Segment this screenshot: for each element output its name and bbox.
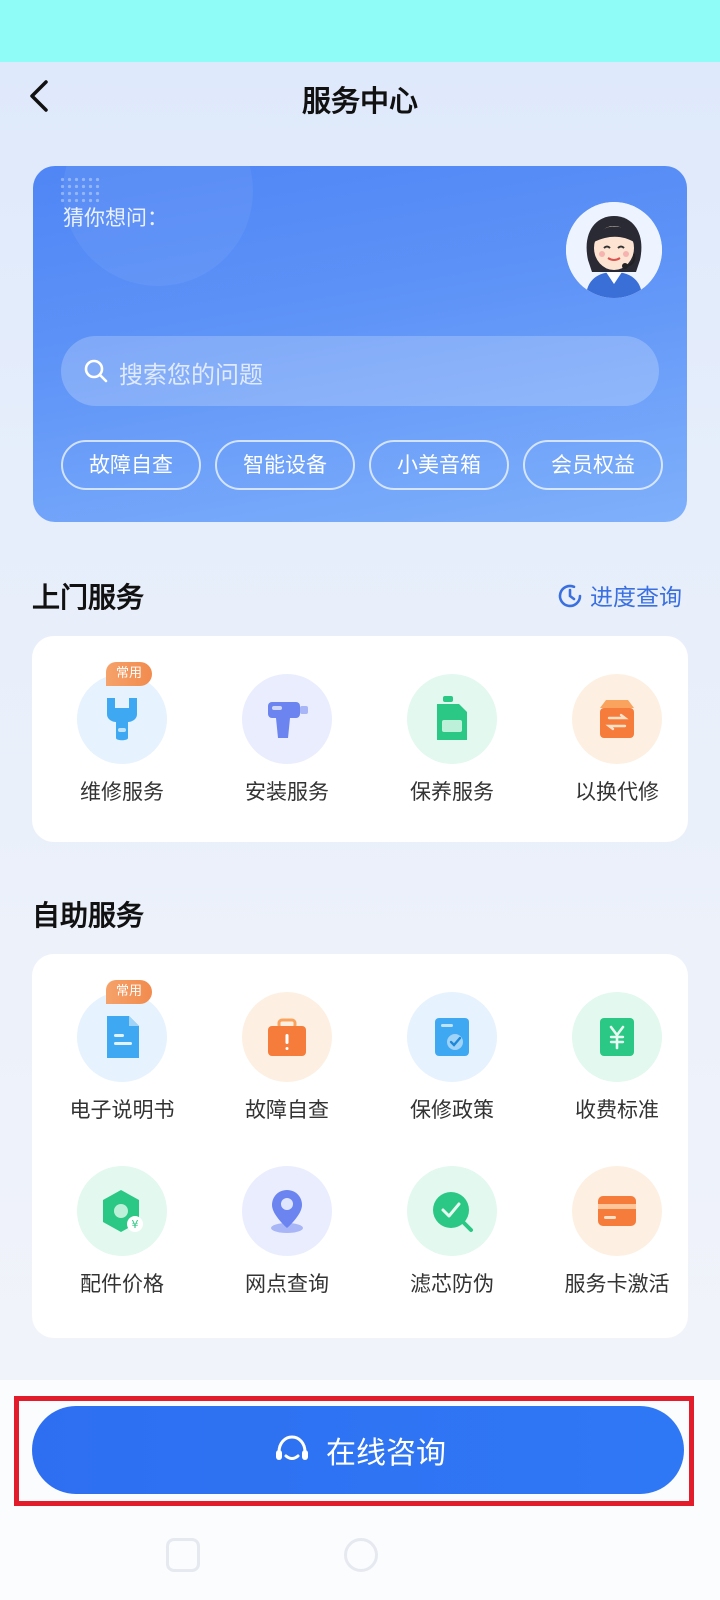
onsite-service-card: 常用 维修服务 安装服务 保养服务 以换代修 xyxy=(32,636,688,842)
common-badge: 常用 xyxy=(106,980,152,1004)
chip-smart-devices[interactable]: 智能设备 xyxy=(215,440,355,490)
service-label: 以换代修 xyxy=(575,780,659,804)
self-service-parts-price[interactable]: ¥ 配件价格 xyxy=(52,1166,192,1316)
swap-circle xyxy=(572,674,662,764)
self-service-filter-verify[interactable]: 滤芯防伪 xyxy=(382,1166,522,1316)
fee-circle xyxy=(572,992,662,1082)
location-icon xyxy=(271,1190,303,1233)
suggestion-chips: 故障自查 智能设备 小美音箱 会员权益 xyxy=(61,440,687,492)
service-label: 维修服务 xyxy=(80,780,164,804)
repair-circle xyxy=(77,674,167,764)
tab-ghost-icon xyxy=(344,1538,378,1572)
svg-text:¥: ¥ xyxy=(132,1218,139,1231)
onsite-section-title: 上门服务 xyxy=(32,581,145,614)
common-badge: 常用 xyxy=(106,662,152,686)
service-install[interactable]: 安装服务 xyxy=(217,674,357,824)
hex-price-icon: ¥ xyxy=(103,1190,143,1232)
filter-verify-circle xyxy=(407,1166,497,1256)
card-activate-circle xyxy=(572,1166,662,1256)
progress-query-label: 进度查询 xyxy=(590,585,682,611)
toolbox-icon xyxy=(268,1018,306,1056)
self-service-card-activate[interactable]: 服务卡激活 xyxy=(547,1166,687,1316)
service-repair[interactable]: 常用 维修服务 xyxy=(52,662,192,824)
highlight-box xyxy=(14,1396,694,1506)
wrench-icon xyxy=(107,698,137,741)
service-label: 安装服务 xyxy=(245,780,329,804)
self-service-warranty-policy[interactable]: 保修政策 xyxy=(382,992,522,1142)
parts-price-circle: ¥ xyxy=(77,1166,167,1256)
service-label: 保养服务 xyxy=(410,780,494,804)
fault-check-circle xyxy=(242,992,332,1082)
self-service-section-title: 自助服务 xyxy=(32,899,145,932)
service-maintenance[interactable]: 保养服务 xyxy=(382,674,522,824)
page-title: 服务中心 xyxy=(301,84,418,118)
guess-label: 猜你想问： xyxy=(63,206,168,230)
service-swap[interactable]: 以换代修 xyxy=(547,674,687,824)
install-circle xyxy=(242,674,332,764)
agent-avatar-icon xyxy=(566,202,662,298)
hero-card: 猜你想问： 搜索您的问题 故障自查 智能设备 小美音箱 会员权益 xyxy=(33,166,687,522)
self-service-outlet-search[interactable]: 网点查询 xyxy=(217,1166,357,1316)
clock-icon xyxy=(558,584,582,608)
self-service-card: 常用 电子说明书 故障自查 保修政策 收费标准 ¥ 配件价格 网点查询 滤芯防伪… xyxy=(32,954,688,1338)
document-icon xyxy=(107,1016,139,1058)
check-icon xyxy=(433,1192,473,1232)
yuan-icon xyxy=(600,1018,634,1056)
search-input[interactable]: 搜索您的问题 xyxy=(61,336,659,406)
service-label: 服务卡激活 xyxy=(564,1272,670,1296)
policy-icon xyxy=(435,1018,469,1056)
service-label: 保修政策 xyxy=(410,1098,494,1122)
swap-box-icon xyxy=(600,700,634,738)
chip-speaker[interactable]: 小美音箱 xyxy=(369,440,509,490)
status-bar xyxy=(0,0,720,62)
chip-member-benefits[interactable]: 会员权益 xyxy=(523,440,663,490)
service-label: 故障自查 xyxy=(245,1098,329,1122)
service-label: 电子说明书 xyxy=(69,1098,175,1122)
maintenance-circle xyxy=(407,674,497,764)
self-service-manual[interactable]: 常用 电子说明书 xyxy=(52,980,192,1142)
service-label: 滤芯防伪 xyxy=(410,1272,494,1296)
self-service-fee-standard[interactable]: 收费标准 xyxy=(547,992,687,1142)
search-icon xyxy=(84,359,108,383)
assistant-avatar[interactable] xyxy=(566,202,662,298)
service-label: 收费标准 xyxy=(575,1098,659,1122)
search-placeholder: 搜索您的问题 xyxy=(119,361,263,389)
manual-circle xyxy=(77,992,167,1082)
service-label: 配件价格 xyxy=(80,1272,164,1296)
bottle-icon xyxy=(437,696,467,740)
chip-fault-check[interactable]: 故障自查 xyxy=(61,440,201,490)
self-service-fault-check[interactable]: 故障自查 xyxy=(217,992,357,1142)
nav-bar: 服务中心 xyxy=(0,62,720,132)
drill-icon xyxy=(268,702,308,738)
card-icon xyxy=(598,1196,636,1226)
tab-ghost-icon xyxy=(166,1538,200,1572)
service-label: 网点查询 xyxy=(245,1272,329,1296)
outlet-circle xyxy=(242,1166,332,1256)
policy-circle xyxy=(407,992,497,1082)
